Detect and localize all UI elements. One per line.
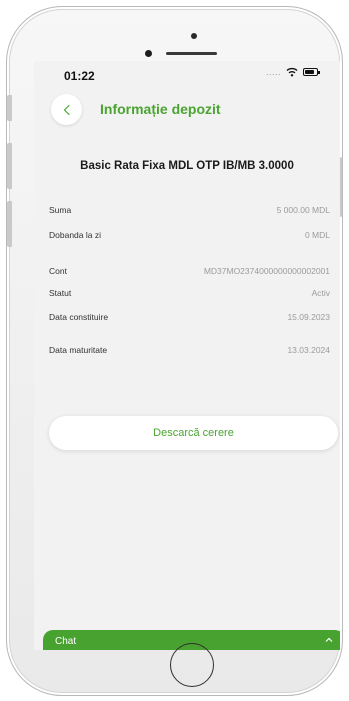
- info-row-data-maturitate: Data maturitate 13.03.2024: [49, 345, 330, 375]
- sensor-dot: [191, 33, 197, 39]
- wifi-icon: [286, 67, 298, 77]
- info-row-dobanda: Dobanda la zi 0 MDL: [49, 230, 330, 266]
- chat-label: Chat: [55, 636, 77, 647]
- status-icons: .....: [265, 67, 320, 77]
- earpiece-speaker: [166, 52, 217, 55]
- status-time: 01:22: [64, 69, 95, 83]
- info-label: Statut: [49, 288, 72, 298]
- chevron-left-icon: [63, 104, 70, 115]
- info-value: 15.09.2023: [287, 312, 330, 322]
- front-camera: [145, 50, 152, 57]
- app-screen: 01:22 ..... Informație depozit Basic Rat…: [34, 61, 340, 650]
- info-value: 5 000.00 MDL: [276, 205, 330, 215]
- phone-frame: 01:22 ..... Informație depozit Basic Rat…: [6, 6, 343, 696]
- volume-up-button: [7, 143, 12, 189]
- deposit-name: Basic Rata Fixa MDL OTP IB/MB 3.0000: [80, 160, 294, 172]
- signal-dots: .....: [265, 67, 281, 77]
- info-row-suma: Suma 5 000.00 MDL: [49, 205, 330, 230]
- download-request-button[interactable]: Descarcă cerere: [49, 416, 338, 450]
- info-value: Activ: [311, 288, 330, 298]
- battery-icon: [303, 68, 320, 76]
- info-label: Suma: [49, 205, 72, 215]
- home-button[interactable]: [170, 643, 214, 687]
- back-button[interactable]: [51, 94, 82, 125]
- info-value: MD37MO2374000000000002001: [203, 266, 330, 276]
- chevron-up-icon: [325, 637, 333, 642]
- info-label: Cont: [49, 266, 67, 276]
- info-value: 0 MDL: [304, 230, 330, 240]
- page-title: Informație depozit: [100, 101, 221, 117]
- mute-switch: [7, 95, 12, 121]
- info-label: Data constituire: [49, 312, 109, 322]
- info-row-statut: Statut Activ: [49, 288, 330, 312]
- info-value: 13.03.2024: [287, 345, 330, 355]
- info-label: Dobanda la zi: [49, 230, 101, 240]
- info-row-cont: Cont MD37MO2374000000000002001: [49, 266, 330, 288]
- deposit-info-list: Suma 5 000.00 MDL Dobanda la zi 0 MDL Co…: [49, 205, 330, 375]
- volume-down-button: [7, 201, 12, 247]
- info-row-data-constituire: Data constituire 15.09.2023: [49, 312, 330, 345]
- info-label: Data maturitate: [49, 345, 108, 355]
